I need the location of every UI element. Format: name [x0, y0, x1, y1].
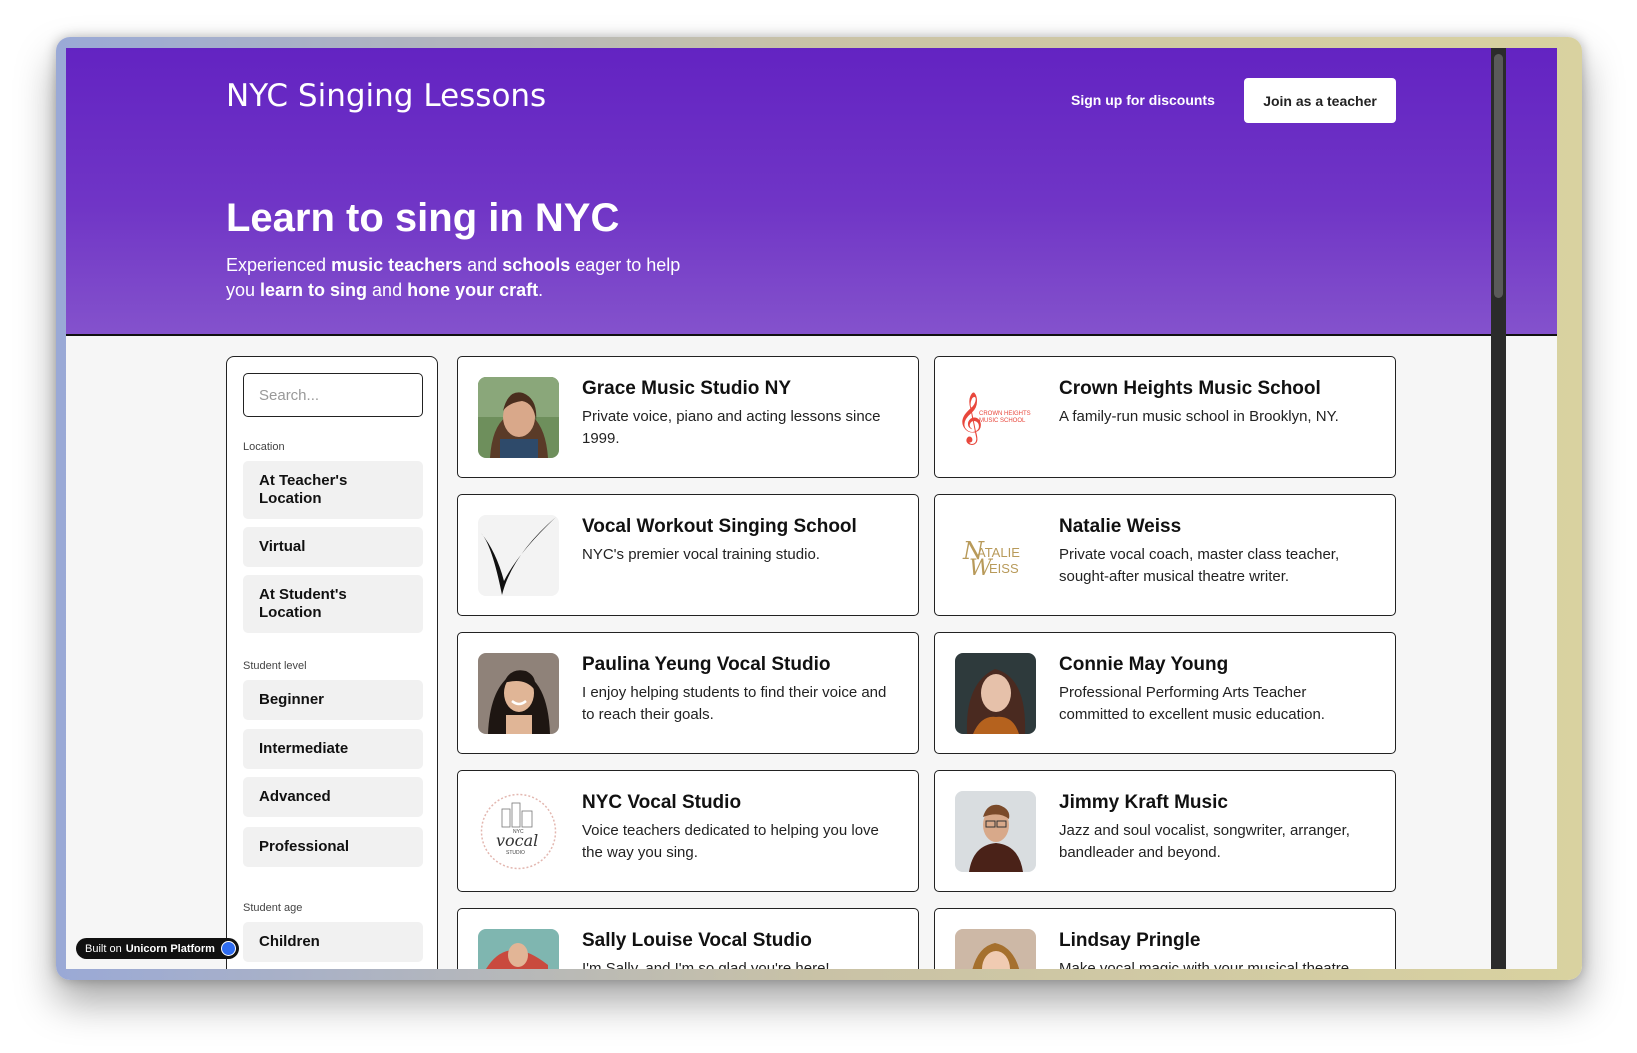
filter-children[interactable]: Children: [243, 922, 423, 962]
listing-photo: [478, 653, 559, 734]
filter-virtual[interactable]: Virtual: [243, 527, 423, 567]
svg-text:MUSIC SCHOOL: MUSIC SCHOOL: [979, 418, 1026, 424]
listing-title: Crown Heights Music School: [1059, 378, 1321, 399]
browser-viewport: NYC Singing Lessons Sign up for discount…: [66, 48, 1557, 969]
listing-description: NYC's premier vocal training studio.: [582, 546, 820, 563]
listing-photo: [478, 377, 559, 458]
listing-title: Grace Music Studio NY: [582, 378, 792, 399]
hero-subtitle: Experienced music teachers and schools e…: [226, 253, 686, 303]
filter-students-location[interactable]: At Student's Location: [243, 575, 423, 633]
filter-professional[interactable]: Professional: [243, 827, 423, 867]
listing-description: Private voice, piano and acting lessons …: [582, 408, 881, 447]
listing-title: Lindsay Pringle: [1059, 930, 1201, 951]
listing-card[interactable]: Connie May Young Professional Performing…: [934, 632, 1396, 754]
listing-description: A family-run music school in Brooklyn, N…: [1059, 408, 1339, 425]
hero-section: NYC Singing Lessons Sign up for discount…: [66, 48, 1557, 336]
listing-card[interactable]: Grace Music Studio NY Private voice, pia…: [457, 356, 919, 478]
filter-advanced[interactable]: Advanced: [243, 777, 423, 817]
scrollbar-thumb[interactable]: [1494, 54, 1503, 298]
search-input[interactable]: [243, 373, 423, 417]
listing-photo: [955, 791, 1036, 872]
listing-title: Paulina Yeung Vocal Studio: [582, 654, 831, 675]
filter-intermediate[interactable]: Intermediate: [243, 729, 423, 769]
svg-text:STUDIO: STUDIO: [506, 850, 525, 856]
listing-description: Make vocal magic with your musical theat…: [1059, 960, 1350, 969]
location-filter-label: Location: [243, 441, 285, 453]
natalie-weiss-logo-icon: N ATALIE W EISS: [955, 515, 1036, 596]
badge-platform-name: Unicorn Platform: [125, 942, 215, 955]
listing-photo: [955, 929, 1036, 969]
svg-text:vocal: vocal: [496, 831, 538, 850]
subtitle-bold: schools: [502, 255, 571, 275]
listing-description: I'm Sally, and I'm so glad you're here!: [582, 960, 830, 969]
listing-card[interactable]: N ATALIE W EISS Natalie Weiss Private vo…: [934, 494, 1396, 616]
listing-title: Jimmy Kraft Music: [1059, 792, 1228, 813]
subtitle-text: and: [462, 255, 503, 275]
subtitle-bold: hone your craft: [407, 280, 539, 300]
listing-card[interactable]: Jimmy Kraft Music Jazz and soul vocalist…: [934, 770, 1396, 892]
join-teacher-button[interactable]: Join as a teacher: [1244, 78, 1396, 123]
listing-description: Private vocal coach, master class teache…: [1059, 546, 1340, 585]
listing-description: Voice teachers dedicated to helping you …: [582, 822, 879, 861]
listing-title: Vocal Workout Singing School: [582, 516, 857, 537]
listing-description: I enjoy helping students to find their v…: [582, 684, 887, 723]
treble-clef-logo-icon: 𝄞 CROWN HEIGHTS MUSIC SCHOOL: [955, 377, 1036, 458]
level-filter-label: Student level: [243, 660, 307, 672]
listing-title: Sally Louise Vocal Studio: [582, 930, 812, 951]
page-title: Learn to sing in NYC: [226, 196, 620, 240]
listing-photo: [955, 653, 1036, 734]
subtitle-text: and: [367, 280, 408, 300]
svg-text:CROWN HEIGHTS: CROWN HEIGHTS: [979, 411, 1031, 417]
built-on-badge[interactable]: Built on Unicorn Platform: [76, 938, 239, 959]
subtitle-bold: music teachers: [331, 255, 463, 275]
badge-prefix: Built on: [85, 942, 122, 955]
listing-photo: [478, 929, 559, 969]
listing-description: Professional Performing Arts Teacher com…: [1059, 684, 1325, 723]
site-brand[interactable]: NYC Singing Lessons: [226, 78, 546, 114]
nyc-vocal-studio-logo-icon: NYC vocal STUDIO: [478, 791, 559, 872]
subtitle-text: Experienced: [226, 255, 332, 275]
listing-card[interactable]: Paulina Yeung Vocal Studio I enjoy helpi…: [457, 632, 919, 754]
subtitle-bold: learn to sing: [260, 280, 368, 300]
listing-card[interactable]: Lindsay Pringle Make vocal magic with yo…: [934, 908, 1396, 969]
listing-title: Connie May Young: [1059, 654, 1229, 675]
v-logo-icon: [478, 515, 559, 596]
listing-card[interactable]: Sally Louise Vocal Studio I'm Sally, and…: [457, 908, 919, 969]
signup-discounts-link[interactable]: Sign up for discounts: [1071, 92, 1215, 108]
subtitle-text: .: [538, 280, 544, 300]
listing-description: Jazz and soul vocalist, songwriter, arra…: [1059, 822, 1350, 861]
listing-title: Natalie Weiss: [1059, 516, 1182, 537]
filter-beginner[interactable]: Beginner: [243, 680, 423, 720]
listing-title: NYC Vocal Studio: [582, 792, 742, 813]
svg-text:EISS: EISS: [989, 561, 1019, 576]
filter-teachers-location[interactable]: At Teacher's Location: [243, 461, 423, 519]
listing-card[interactable]: Vocal Workout Singing School NYC's premi…: [457, 494, 919, 616]
filter-sidebar: Location At Teacher's Location Virtual A…: [226, 356, 438, 969]
listing-card[interactable]: 𝄞 CROWN HEIGHTS MUSIC SCHOOL Crown Heigh…: [934, 356, 1396, 478]
listing-card[interactable]: NYC vocal STUDIO NYC Vocal Studio Voice …: [457, 770, 919, 892]
unicorn-platform-icon: [220, 941, 236, 956]
age-filter-label: Student age: [243, 902, 303, 914]
